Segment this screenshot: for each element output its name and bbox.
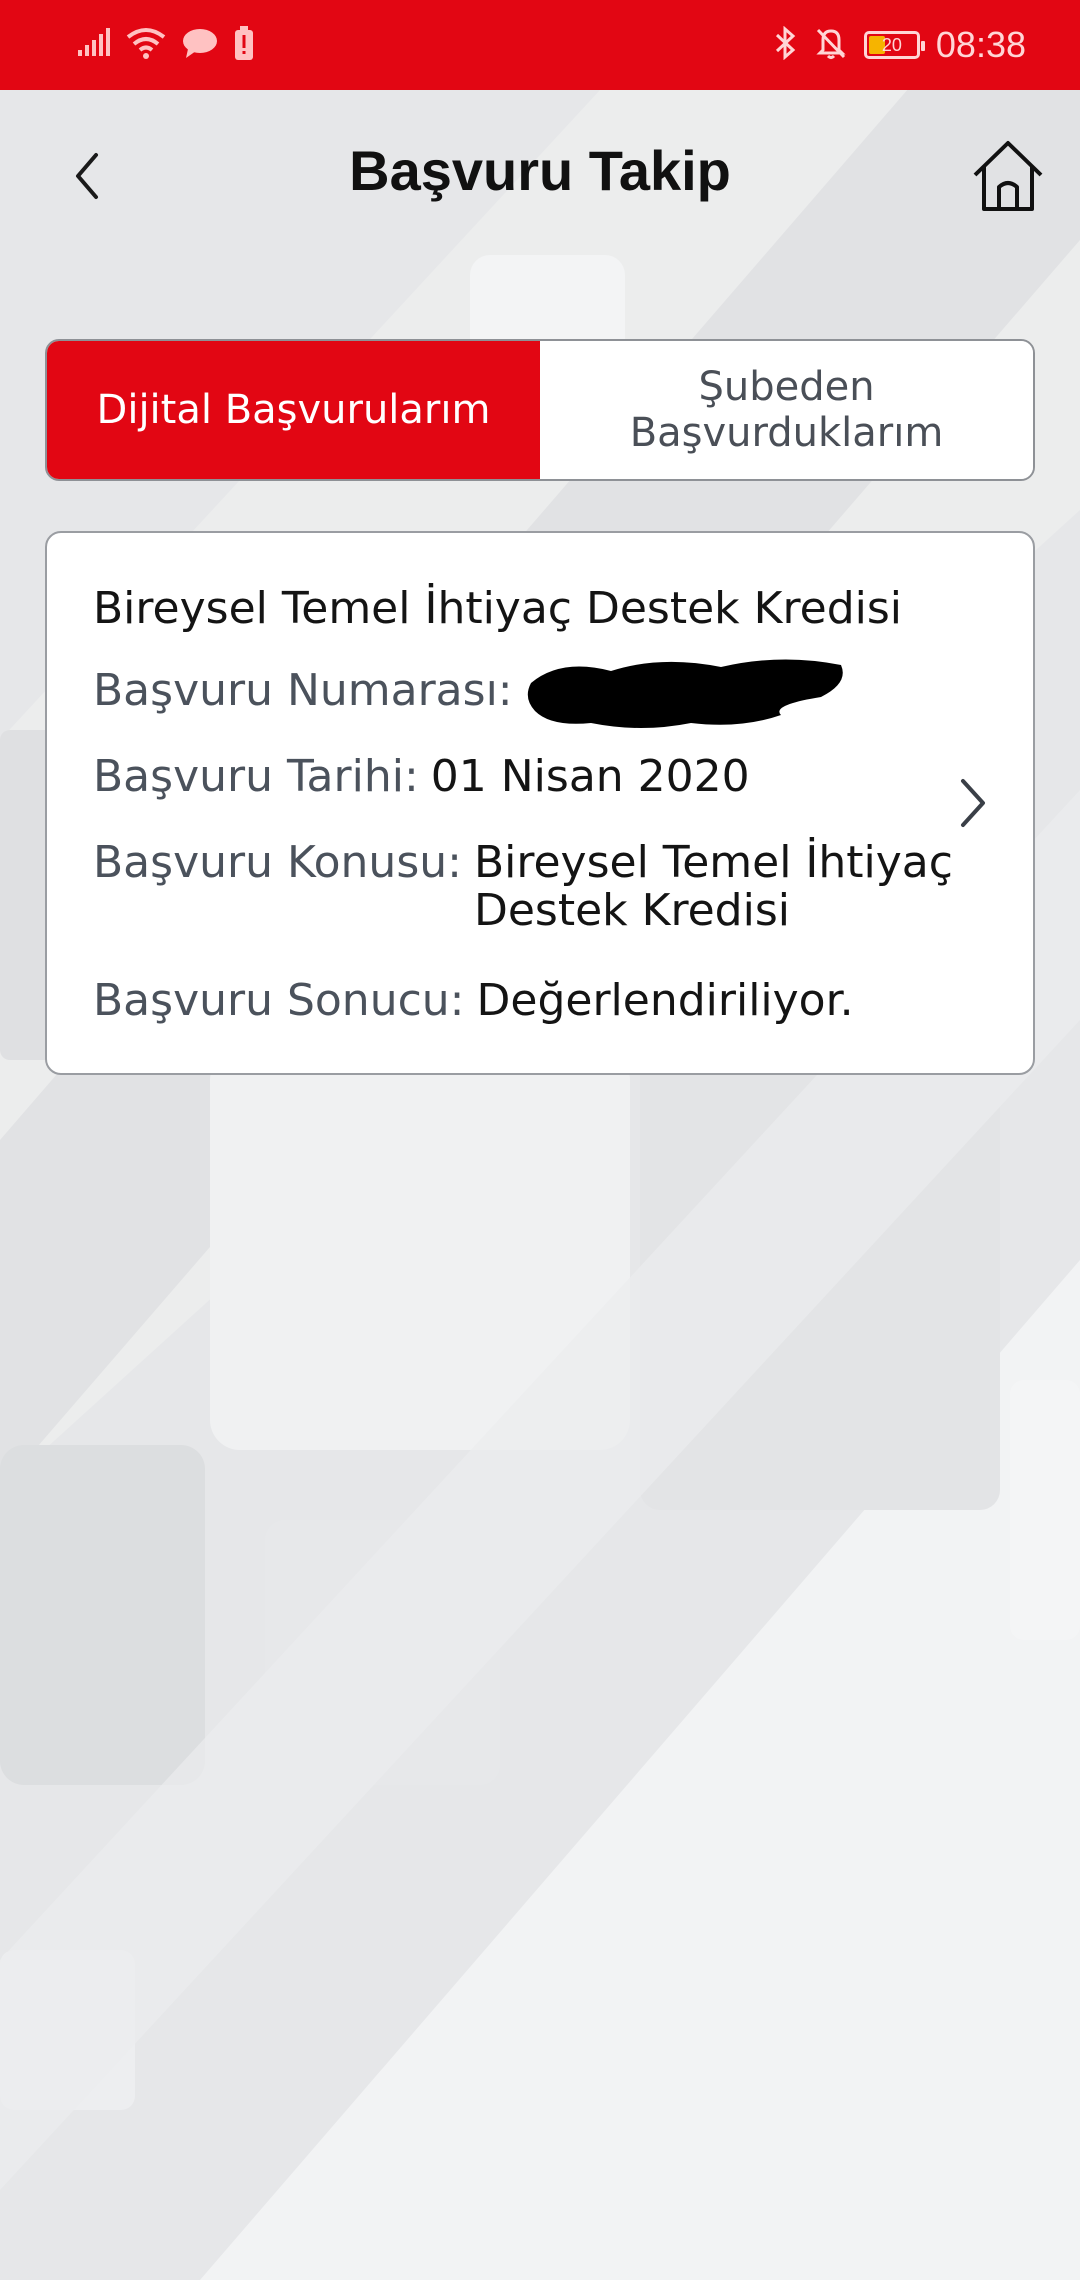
tab-branch-applications[interactable]: Şubeden Başvurduklarım xyxy=(540,341,1033,479)
application-result-row: Başvuru Sonucu: Değerlendiriliyor. xyxy=(93,977,854,1025)
message-icon xyxy=(182,27,218,63)
bluetooth-icon xyxy=(774,25,798,64)
application-date-label: Başvuru Tarihi: xyxy=(93,751,419,802)
application-date-value: 01 Nisan 2020 xyxy=(430,751,750,802)
wifi-icon xyxy=(126,27,166,63)
application-subject-label: Başvuru Konusu: xyxy=(93,837,462,888)
battery-level: 20 xyxy=(881,34,902,55)
application-title: Bireysel Temel İhtiyaç Destek Kredisi xyxy=(93,583,902,634)
application-number-label: Başvuru Numarası: xyxy=(93,665,513,716)
application-result-value: Değerlendiriliyor. xyxy=(476,975,854,1026)
application-card[interactable]: Bireysel Temel İhtiyaç Destek Kredisi Ba… xyxy=(45,531,1035,1075)
redacted-number xyxy=(521,653,851,733)
application-number-row: Başvuru Numarası: xyxy=(93,659,851,733)
notifications-off-icon xyxy=(814,26,848,64)
tab-branch-applications-label: Şubeden Başvurduklarım xyxy=(629,364,944,456)
application-date-row: Başvuru Tarihi: 01 Nisan 2020 xyxy=(93,753,750,801)
status-time: 08:38 xyxy=(935,24,1026,65)
application-subject-value: Bireysel Temel İhtiyaç Destek Kredisi xyxy=(473,837,953,936)
home-button[interactable] xyxy=(964,134,1052,222)
page-title: Başvuru Takip xyxy=(349,139,731,202)
tab-digital-applications[interactable]: Dijital Başvurularım xyxy=(47,341,540,479)
home-icon xyxy=(971,139,1045,217)
battery-icon: 20 xyxy=(863,31,925,59)
tab-digital-applications-label: Dijital Başvurularım xyxy=(96,387,491,433)
battery-alert-icon xyxy=(234,26,254,64)
application-subject-row: Başvuru Konusu: Bireysel Temel İhtiyaç D… xyxy=(93,839,954,935)
chevron-right-icon xyxy=(953,773,993,833)
header: Başvuru Takip xyxy=(0,90,1080,260)
signal-icon xyxy=(76,28,110,62)
application-tabs: Dijital Başvurularım Şubeden Başvurdukla… xyxy=(45,339,1035,481)
status-bar: 20 08:38 xyxy=(0,0,1080,90)
application-result-label: Başvuru Sonucu: xyxy=(93,975,465,1026)
